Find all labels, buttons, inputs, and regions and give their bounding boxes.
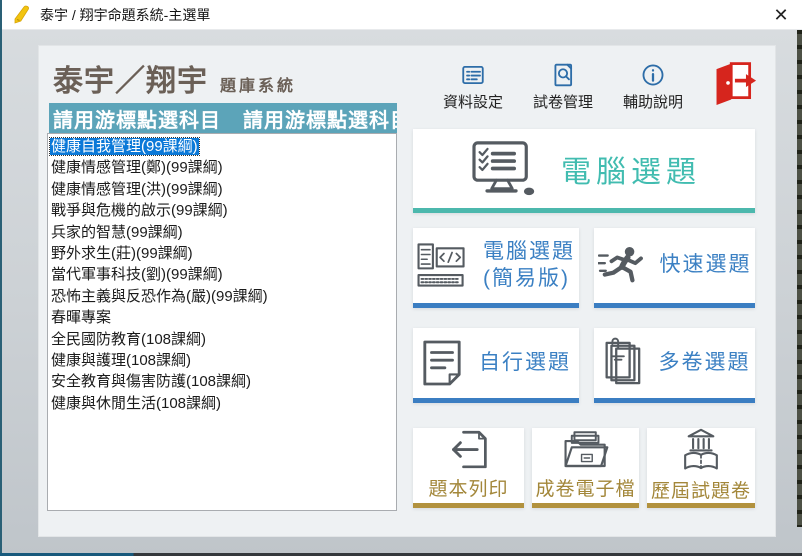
subject-list-item[interactable]: 當代軍事科技(劉)(99課綱)	[50, 264, 396, 285]
quick-select-label: 快速選題	[660, 252, 752, 278]
background-right-strip	[797, 30, 802, 527]
exit-button[interactable]	[711, 58, 757, 106]
pc-keyboard-icon	[417, 243, 467, 288]
subject-list-item[interactable]: 野外求生(莊)(99課綱)	[50, 243, 396, 264]
document-icon	[421, 339, 463, 387]
quick-select-button[interactable]: 快速選題	[594, 228, 755, 308]
main-panel: 泰宇／翔宇 題庫系統 資料設定 試卷管理	[38, 45, 776, 537]
menu-item-label: 輔助說明	[623, 91, 683, 112]
subject-list-item[interactable]: 全民國防教育(108課綱)	[50, 329, 396, 350]
print-page-arrow-icon	[447, 430, 491, 470]
subject-list-header: 請用游標點選科目 請用游標點選科目	[49, 103, 397, 133]
subject-list-item[interactable]: 健康自我管理(99課綱)	[50, 136, 396, 157]
multi-paper-select-label: 多卷選題	[659, 350, 751, 376]
self-select-button[interactable]: 自行選題	[413, 328, 579, 403]
window-left-border	[0, 0, 2, 556]
list-header-text-right: 請用游標點選科目	[243, 104, 397, 133]
subject-list-item[interactable]: 健康情感管理(鄭)(99課綱)	[50, 157, 396, 178]
print-booklet-button[interactable]: 題本列印	[413, 428, 524, 508]
menu-item-data-settings[interactable]: 資料設定	[439, 62, 507, 112]
title-bar: 泰宇 / 翔宇命題系統-主選單 ✕	[0, 0, 802, 30]
app-logo: 泰宇／翔宇 題庫系統	[53, 56, 296, 100]
computer-select-simple-button[interactable]: 電腦選題(簡易版)	[413, 228, 579, 308]
running-person-icon	[598, 246, 644, 286]
multi-paper-select-button[interactable]: 多卷選題	[594, 328, 755, 403]
subject-list: 健康自我管理(99課綱) 健康情感管理(鄭)(99課綱) 健康情感管理(洪)(9…	[47, 133, 397, 511]
close-button[interactable]: ✕	[766, 0, 796, 30]
open-folder-icon	[562, 430, 610, 470]
logo-sub-text: 題庫系統	[220, 72, 296, 96]
subject-list-item[interactable]: 恐怖主義與反恐作為(嚴)(99課綱)	[50, 286, 396, 307]
subject-list-item[interactable]: 兵家的智慧(99課綱)	[50, 222, 396, 243]
monitor-checklist-icon	[467, 141, 537, 197]
archive-book-bank-icon	[680, 428, 722, 472]
computer-select-label: 電腦選題	[561, 147, 701, 191]
menu-item-label: 資料設定	[443, 91, 503, 112]
window-title: 泰宇 / 翔宇命題系統-主選單	[40, 5, 210, 25]
logo-main-text: 泰宇／翔宇	[53, 56, 208, 100]
subject-list-item[interactable]: 健康與休閒生活(108課綱)	[50, 393, 396, 414]
subject-list-item[interactable]: 健康與護理(108課綱)	[50, 350, 396, 371]
subject-list-item[interactable]: 健康情感管理(洪)(99課綱)	[50, 179, 396, 200]
subject-list-item[interactable]: 春暉專案	[50, 307, 396, 328]
menu-item-exam-management[interactable]: 試卷管理	[529, 62, 597, 112]
menu-item-label: 試卷管理	[533, 91, 593, 112]
app-icon	[12, 5, 32, 25]
menu-item-help[interactable]: 輔助說明	[619, 62, 687, 112]
efile-button[interactable]: 成卷電子檔	[532, 428, 639, 508]
past-exams-button[interactable]: 歷屆試題卷	[647, 428, 755, 508]
exam-management-icon	[550, 62, 576, 88]
subject-list-item[interactable]: 安全教育與傷害防護(108課綱)	[50, 371, 396, 392]
efile-label: 成卷電子檔	[535, 474, 635, 501]
help-icon	[640, 62, 666, 88]
self-select-label: 自行選題	[479, 350, 571, 376]
stacked-papers-icon	[599, 337, 643, 389]
subject-list-item[interactable]: 戰爭與危機的啟示(99課綱)	[50, 200, 396, 221]
list-header-text-left: 請用游標點選科目	[53, 104, 221, 133]
past-exams-label: 歷屆試題卷	[651, 476, 751, 503]
computer-select-simple-label: 電腦選題(簡易版)	[483, 239, 575, 292]
exit-door-icon	[711, 58, 757, 106]
print-booklet-label: 題本列印	[428, 474, 508, 501]
computer-select-button[interactable]: 電腦選題	[413, 129, 755, 213]
top-menu: 資料設定 試卷管理 輔助說明	[439, 62, 687, 112]
data-settings-icon	[460, 62, 486, 88]
